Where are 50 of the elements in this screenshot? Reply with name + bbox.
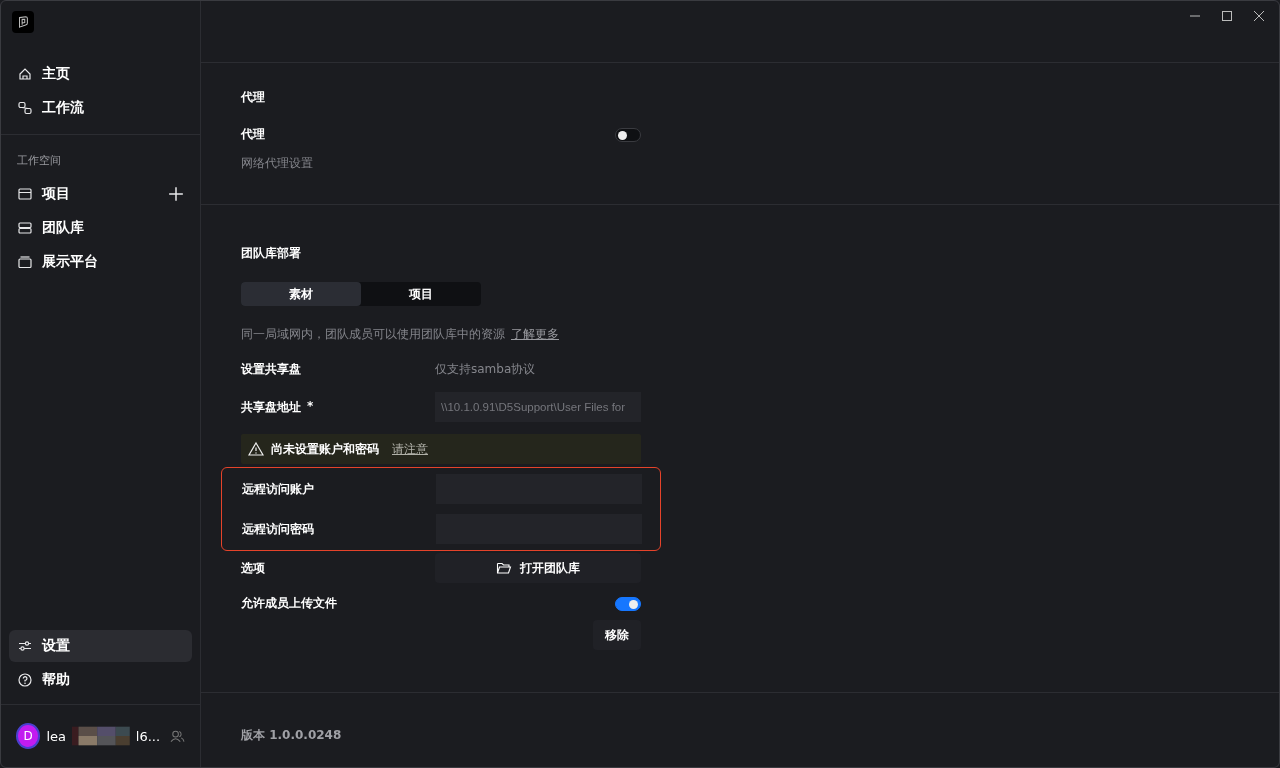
required-mark: * bbox=[307, 398, 314, 415]
setting-label: 选项 bbox=[241, 559, 266, 577]
setting-description: 网络代理设置 bbox=[241, 155, 314, 172]
section-heading: 代理 bbox=[241, 89, 266, 106]
user-name: l6... bbox=[135, 728, 161, 744]
segment-tab[interactable]: 素材 bbox=[241, 282, 361, 306]
section-heading: 团队库部署 bbox=[241, 245, 302, 262]
help-icon bbox=[17, 672, 33, 688]
info-text: 同一局域网内，团队成员可以使用团队库中的资源 bbox=[241, 326, 505, 343]
app-logo bbox=[12, 11, 34, 33]
sidebar-item[interactable]: 主页 bbox=[9, 58, 192, 90]
tray-icon bbox=[17, 254, 33, 270]
server-icon bbox=[17, 220, 33, 236]
redacted-mosaic bbox=[72, 726, 130, 746]
sidebar-item[interactable]: 展示平台 bbox=[9, 246, 192, 278]
sidebar-item[interactable]: 设置 bbox=[9, 630, 192, 662]
section-heading: 工作空间 bbox=[16, 153, 62, 169]
users-icon[interactable] bbox=[170, 728, 185, 744]
folder-icon bbox=[496, 560, 512, 576]
warning-icon bbox=[248, 441, 264, 457]
toggle-switch[interactable] bbox=[615, 596, 641, 611]
user-avatar[interactable]: D bbox=[16, 723, 41, 749]
address-field[interactable]: \\10.1.0.91\D5Support\User Files for bbox=[435, 392, 641, 422]
segment-tab[interactable]: 项目 bbox=[361, 282, 481, 306]
setting-label: 远程访问账户 bbox=[242, 480, 315, 498]
setting-label: 远程访问密码 bbox=[242, 520, 315, 538]
sidebar-item[interactable]: 团队库 bbox=[9, 212, 192, 244]
user-name: lea bbox=[46, 728, 67, 744]
setting-note: 仅支持samba协议 bbox=[435, 361, 537, 378]
open-library-button[interactable]: 打开团队库 bbox=[435, 553, 641, 583]
sliders-icon bbox=[17, 638, 33, 654]
learn-more-link[interactable]: 了解更多 bbox=[511, 326, 559, 343]
setting-label: 代理 bbox=[241, 126, 265, 143]
setting-label: 共享盘地址 bbox=[241, 398, 301, 416]
maximize-icon bbox=[1221, 10, 1233, 22]
sidebar-item[interactable]: 项目 bbox=[9, 178, 192, 210]
toggle-switch[interactable] bbox=[615, 127, 641, 142]
sidebar-item[interactable]: 工作流 bbox=[9, 92, 192, 124]
sidebar-item[interactable]: 帮助 bbox=[9, 664, 192, 696]
warning-text: 尚未设置账户和密码 bbox=[271, 440, 379, 458]
close-icon bbox=[1253, 10, 1265, 22]
link-icon bbox=[17, 100, 33, 116]
version-text: 版本 1.0.0.0248 bbox=[241, 728, 342, 742]
home-icon bbox=[17, 66, 33, 82]
setting-label: 设置共享盘 bbox=[241, 361, 302, 378]
window-icon bbox=[17, 186, 33, 202]
notice-link[interactable]: 请注意 bbox=[392, 440, 428, 458]
remove-button[interactable]: 移除 bbox=[593, 620, 641, 650]
setting-label: 允许成员上传文件 bbox=[241, 595, 337, 612]
add-icon[interactable] bbox=[168, 186, 184, 202]
